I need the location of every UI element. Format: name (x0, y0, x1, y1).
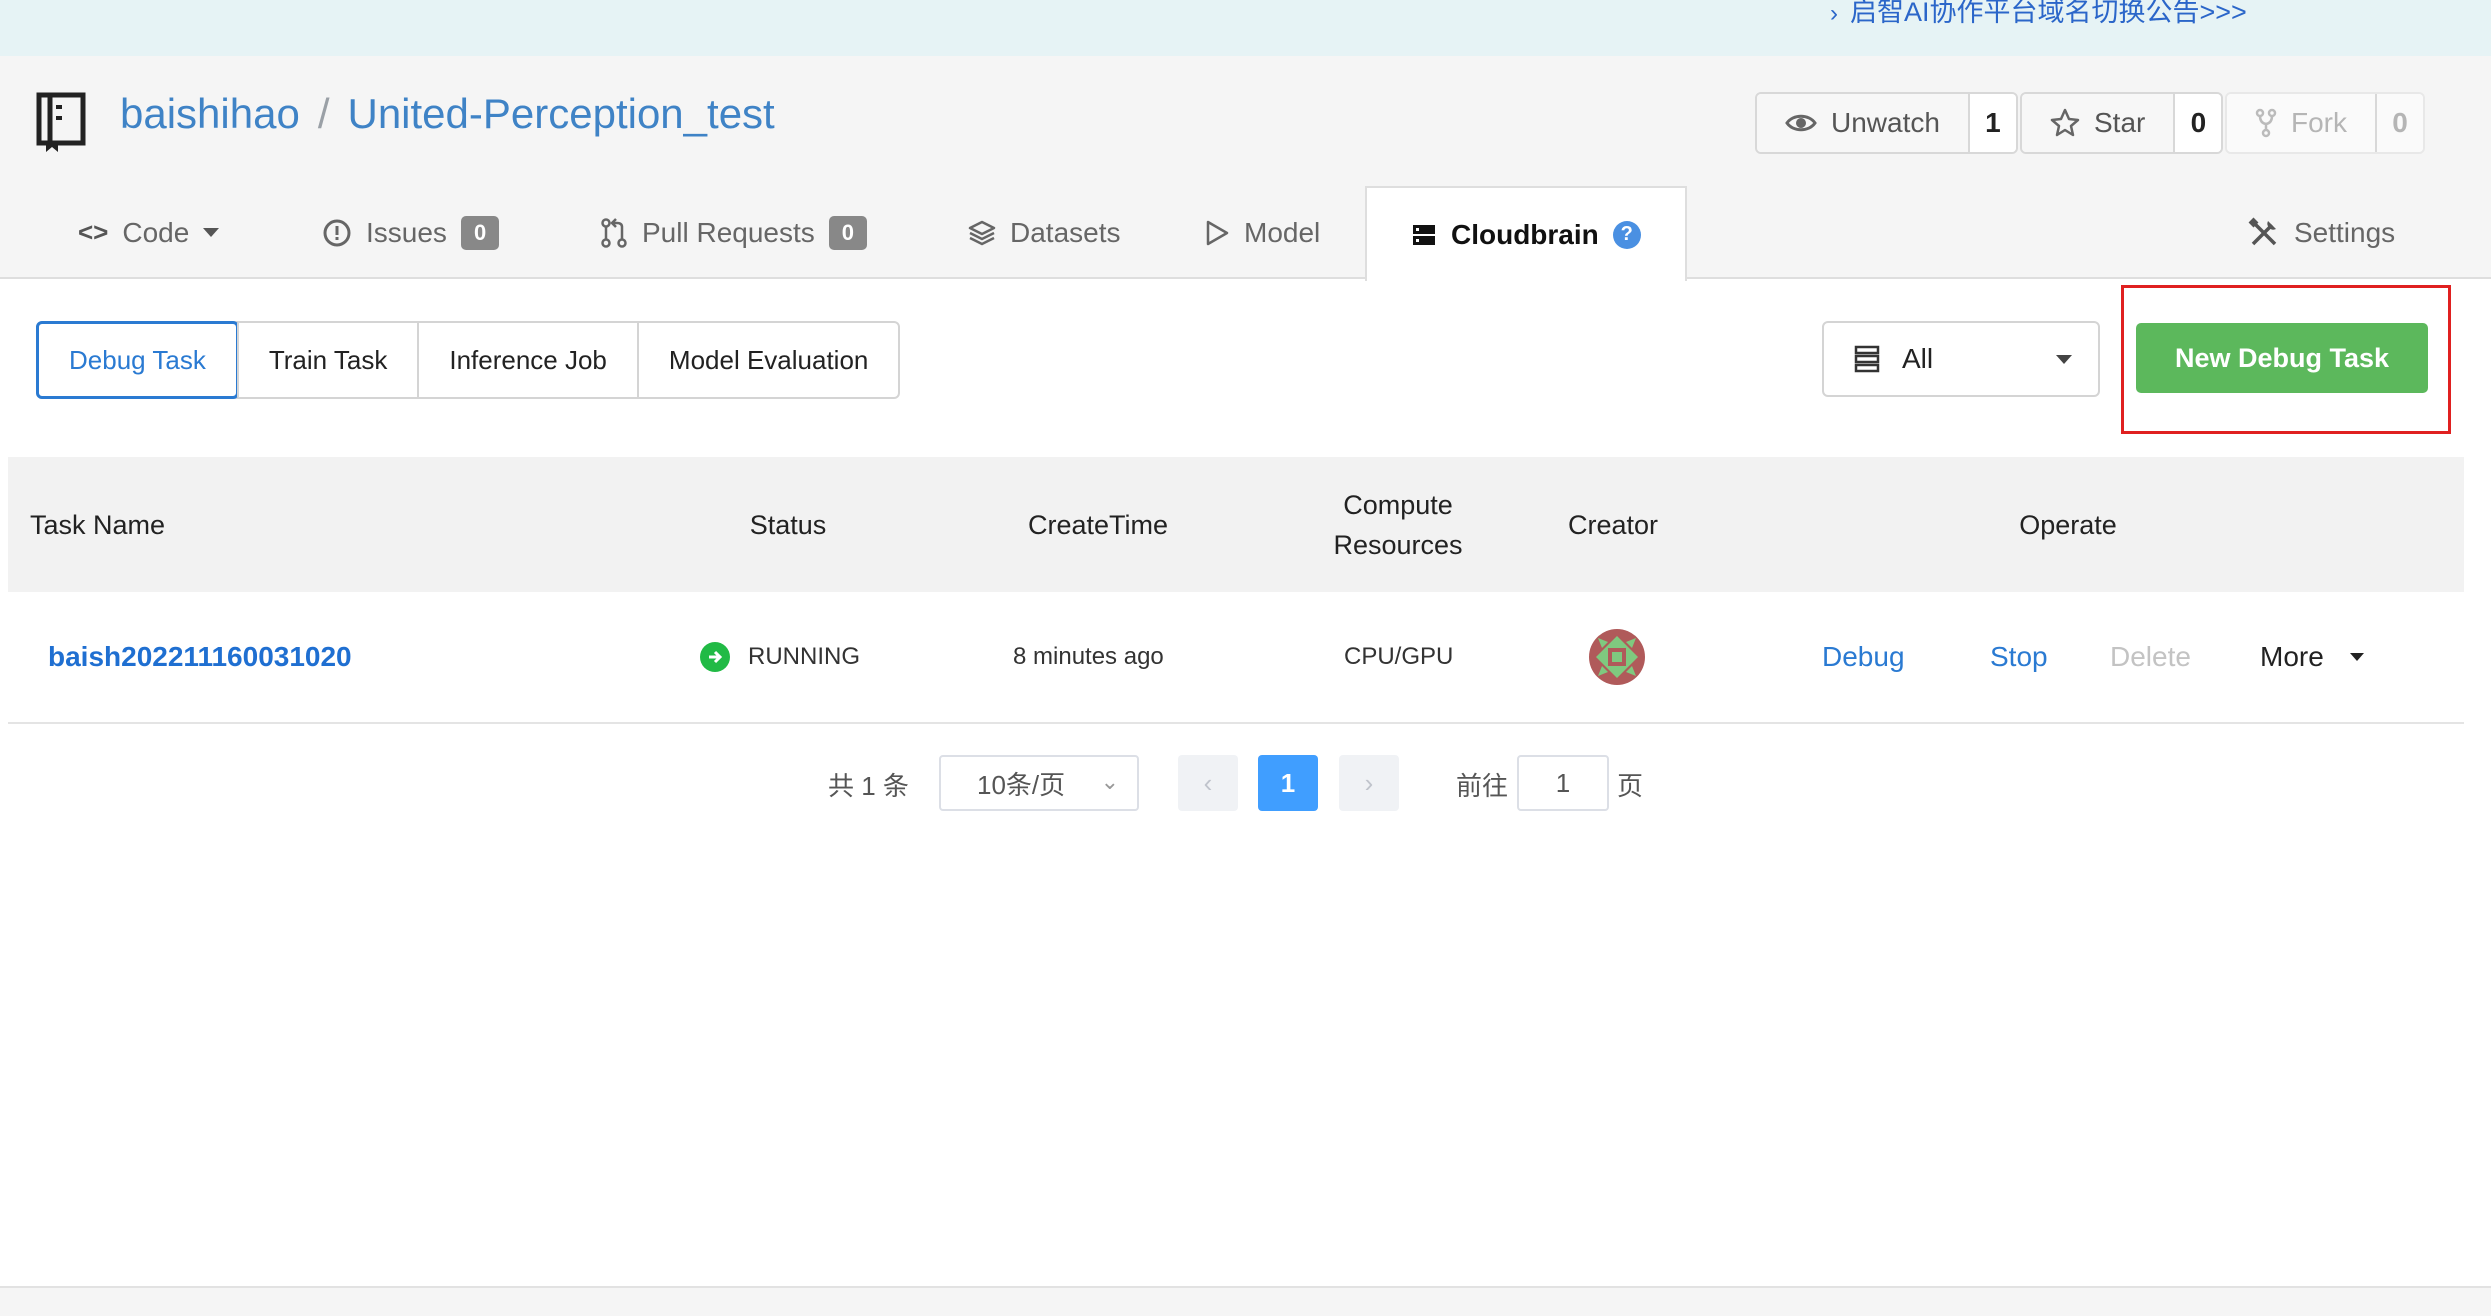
header-status: Status (749, 509, 827, 540)
task-create-time: 8 minutes ago (1013, 643, 1164, 670)
star-label: Star (2094, 107, 2146, 138)
header-task-name: Task Name (30, 509, 166, 540)
star-icon (2050, 108, 2080, 137)
pagination: 共 1 条 10条/页 ⌄ ‹ 1 › 前往 1 页 (0, 755, 2491, 813)
star-button-group: Star 0 (2020, 92, 2224, 154)
more-label: More (2260, 641, 2324, 672)
table-header: Task Name Status CreateTime Compute Reso… (8, 457, 2464, 592)
tab-code-label: Code (122, 216, 190, 248)
server-list-icon (1854, 345, 1880, 373)
new-debug-task-button[interactable]: New Debug Task (2136, 323, 2428, 393)
header-creator: Creator (1567, 509, 1659, 540)
more-actions-dropdown[interactable]: More (2260, 592, 2364, 722)
fork-label: Fork (2291, 107, 2347, 138)
repo-owner-link[interactable]: baishihao (120, 90, 300, 137)
caret-down-icon (2349, 653, 2364, 661)
watch-count[interactable]: 1 (1967, 94, 2016, 152)
task-type-tabs: Debug Task Train Task Inference Job Mode… (36, 321, 901, 399)
fork-icon (2255, 108, 2277, 138)
running-arrow-icon (700, 642, 730, 672)
header-operate: Operate (2019, 509, 2117, 540)
page-number-current[interactable]: 1 (1258, 755, 1318, 811)
fork-button-group: Fork 0 (2225, 92, 2425, 154)
creator-avatar[interactable] (1588, 592, 1646, 722)
repo-book-icon (36, 92, 86, 152)
chevron-right-icon: › (1830, 0, 1838, 27)
tab-issues[interactable]: Issues 0 (322, 186, 500, 279)
tab-pull-requests-label: Pull Requests (642, 216, 815, 248)
repo-separator: / (317, 90, 330, 137)
announcement-text: 启智AI协作平台域名切换公告>>> (1850, 0, 2247, 27)
task-status-text: RUNNING (748, 643, 860, 670)
star-button[interactable]: Star (2022, 94, 2174, 152)
issue-icon (323, 219, 351, 246)
tab-issues-label: Issues (366, 216, 447, 248)
tab-cloudbrain[interactable]: Cloudbrain ? (1365, 186, 1687, 281)
header-compute-line2: Resources (1333, 529, 1463, 560)
code-icon: <> (78, 217, 109, 247)
fork-button[interactable]: Fork (2227, 94, 2375, 152)
subtab-model-evaluation[interactable]: Model Evaluation (636, 323, 898, 397)
task-status: RUNNING (700, 592, 860, 722)
repo-header: baishihao / United-Perception_test Unwatch… (0, 56, 2491, 281)
page-size-value: 10条/页 (977, 769, 1066, 800)
caret-down-icon (2056, 355, 2072, 364)
goto-label: 前往 (1456, 770, 1509, 801)
footer (0, 1286, 2491, 1316)
repo-name-link[interactable]: United-Perception_test (347, 90, 774, 137)
prev-page-button[interactable]: ‹ (1178, 755, 1238, 811)
pull-requests-count-badge: 0 (828, 215, 868, 250)
task-table: Task Name Status CreateTime Compute Reso… (8, 457, 2464, 724)
task-compute: CPU/GPU (1344, 643, 1454, 670)
stop-action[interactable]: Stop (1990, 592, 2048, 722)
repo-title: baishihao / United-Perception_test (120, 90, 775, 138)
subtab-debug-task[interactable]: Debug Task (36, 321, 239, 399)
subtab-inference-job[interactable]: Inference Job (417, 323, 637, 397)
filter-value: All (1902, 343, 1934, 374)
tab-datasets[interactable]: Datasets (968, 186, 1121, 279)
issues-count-badge: 0 (460, 215, 500, 250)
chevron-down-icon: ⌄ (1100, 769, 1119, 794)
goto-page-input[interactable]: 1 (1517, 755, 1609, 811)
page-suffix: 页 (1617, 770, 1644, 801)
task-name-link[interactable]: baish202211160031020 (48, 592, 352, 722)
tab-settings-label: Settings (2294, 216, 2396, 248)
page-size-select[interactable]: 10条/页 ⌄ (939, 755, 1139, 811)
header-create-time: CreateTime (1027, 509, 1169, 540)
server-icon (1413, 224, 1435, 245)
fork-count[interactable]: 0 (2375, 94, 2423, 152)
tab-pull-requests[interactable]: Pull Requests 0 (600, 186, 868, 279)
caret-down-icon (203, 228, 220, 237)
table-row: baish202211160031020 RUNNING 8 minutes a… (8, 592, 2464, 724)
help-icon[interactable]: ? (1612, 220, 1641, 249)
tab-settings[interactable]: Settings (2248, 186, 2395, 279)
star-count[interactable]: 0 (2173, 94, 2222, 152)
header-compute-line1: Compute (1343, 489, 1453, 520)
tab-cloudbrain-label: Cloudbrain (1451, 218, 1599, 250)
avatar (1589, 629, 1645, 685)
pull-request-icon (601, 217, 627, 248)
eye-icon (1785, 114, 1817, 132)
unwatch-button[interactable]: Unwatch (1757, 94, 1968, 152)
next-page-button[interactable]: › (1339, 755, 1399, 811)
resource-filter-select[interactable]: All (1822, 321, 2100, 397)
announcement-bar: › 启智AI协作平台域名切换公告>>> (0, 0, 2491, 56)
tab-code[interactable]: <> Code (78, 186, 220, 279)
unwatch-label: Unwatch (1831, 107, 1940, 138)
pagination-total: 共 1 条 (828, 770, 909, 801)
announcement-link[interactable]: › 启智AI协作平台域名切换公告>>> (1830, 0, 2247, 29)
layers-icon (968, 220, 996, 245)
tab-datasets-label: Datasets (1010, 216, 1121, 248)
debug-action[interactable]: Debug (1822, 592, 1905, 722)
header-compute-resources: Compute Resources (1298, 457, 1498, 592)
tab-model-label: Model (1244, 216, 1321, 248)
repo-tabs: <> Code Issues 0 Pull Requests 0 Dataset… (0, 186, 2491, 281)
tools-icon (2248, 217, 2277, 245)
unwatch-button-group: Unwatch 1 (1755, 92, 2018, 154)
tab-model[interactable]: Model (1204, 186, 1320, 279)
task-name[interactable]: baish202211160031020 (48, 641, 352, 673)
subtab-train-task[interactable]: Train Task (236, 323, 418, 397)
play-icon (1206, 220, 1229, 245)
delete-action[interactable]: Delete (2110, 592, 2191, 722)
